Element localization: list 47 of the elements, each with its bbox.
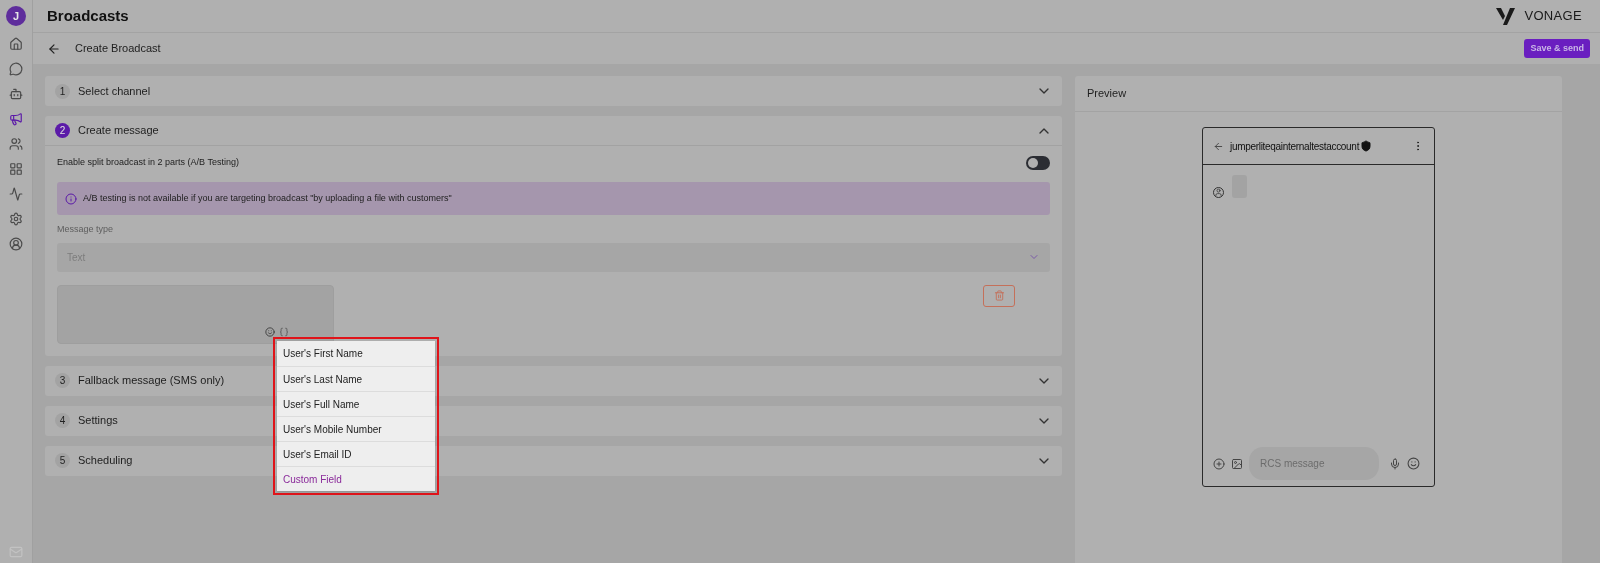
profile-icon[interactable] (9, 237, 23, 251)
robot-icon[interactable] (9, 87, 23, 101)
step-number: 1 (55, 83, 70, 99)
verified-shield-icon (1360, 140, 1373, 152)
brand-logo: VONAGE (1496, 6, 1582, 26)
menu-item[interactable]: User's First Name (277, 341, 435, 366)
step-title: Scheduling (78, 453, 133, 469)
back-icon (1213, 140, 1224, 152)
step-title: Create message (78, 123, 159, 139)
chart-line-icon[interactable] (9, 187, 23, 201)
settings-icon[interactable] (9, 212, 23, 226)
step-number: 4 (55, 413, 70, 428)
menu-item[interactable]: Custom Field (277, 466, 435, 491)
account-name: jumperliteqainternaltestaccount (1230, 139, 1360, 154)
trash-icon (993, 290, 1005, 301)
megaphone-icon[interactable] (9, 112, 23, 126)
step-title: Settings (78, 413, 118, 429)
add-icon (1213, 457, 1225, 470)
menu-item[interactable]: User's Mobile Number (277, 416, 435, 441)
page-title: Broadcasts (47, 5, 129, 26)
users-icon[interactable] (9, 137, 23, 151)
preview-title: Preview (1087, 86, 1127, 102)
microphone-icon (1389, 457, 1401, 470)
grid-icon[interactable] (9, 162, 23, 176)
app-logo[interactable]: J (6, 6, 26, 26)
emoji-icon[interactable] (265, 326, 275, 337)
step-number: 3 (55, 373, 70, 388)
step-number: 2 (55, 123, 70, 138)
menu-item[interactable]: User's Email ID (277, 441, 435, 466)
chat-icon[interactable] (9, 62, 23, 76)
save-send-button[interactable]: Save & send (1524, 39, 1590, 58)
toggle-switch[interactable] (1026, 156, 1050, 170)
back-icon[interactable] (47, 41, 61, 56)
menu-item[interactable]: User's Full Name (277, 391, 435, 416)
info-icon (65, 192, 77, 205)
avatar-icon (1213, 187, 1224, 198)
step-title: Select channel (78, 83, 151, 99)
home-icon[interactable] (9, 37, 23, 51)
menu-item[interactable]: User's Last Name (277, 366, 435, 391)
emoji-icon (1407, 457, 1420, 470)
subpage-title: Create Broadcast (75, 41, 161, 57)
image-icon (1231, 457, 1243, 470)
info-text: A/B testing is not available if you are targeting broadcast "by uploading a file with customers" (83, 191, 452, 205)
step-number: 5 (55, 453, 70, 468)
split-label: Enable split broadcast in 2 parts (A/B Testing) (57, 156, 239, 170)
field-label: Message type (57, 223, 115, 236)
step-title: Fallback message (SMS only) (78, 373, 225, 389)
